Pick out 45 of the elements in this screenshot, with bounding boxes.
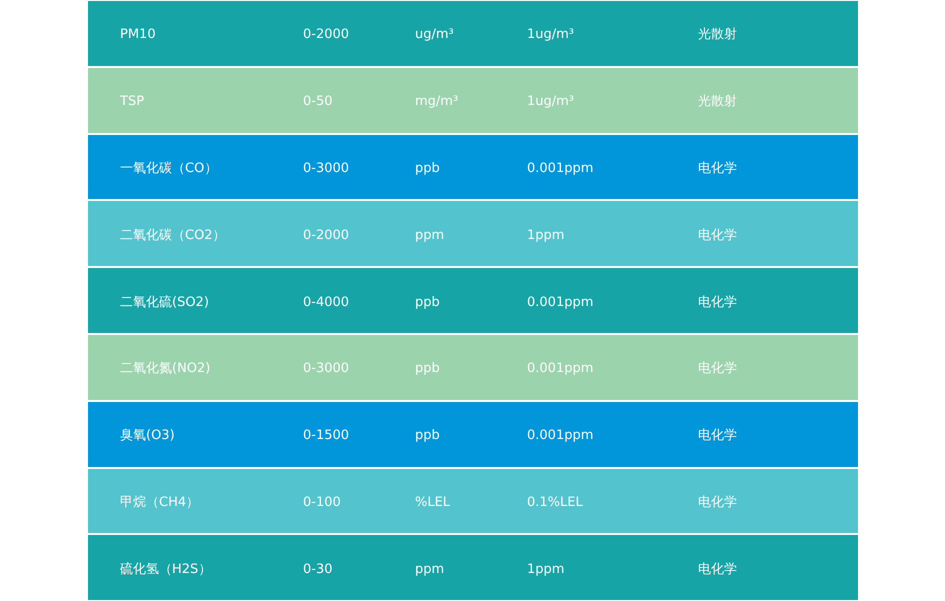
table-cell: 二氧化氮(NO2) — [120, 361, 210, 376]
table-cell: ppb — [415, 160, 440, 176]
table-cell: 0-30 — [303, 562, 333, 577]
table-cell: 0-3000 — [303, 160, 350, 176]
table-cell: mg/m³ — [415, 94, 458, 110]
table-cell: ppm — [415, 228, 444, 243]
table-cell: 0-2000 — [303, 27, 350, 42]
table-cell: 电化学 — [698, 160, 737, 176]
table-cell: 电化学 — [698, 361, 737, 376]
table-cell: 电化学 — [698, 294, 737, 310]
table-cell: %LEL — [415, 494, 450, 510]
table-cell: ppm — [415, 562, 444, 577]
table-cell: 0-2000 — [303, 228, 350, 243]
table-cell: 二氧化硫(SO2) — [120, 294, 209, 310]
table-cell: 电化学 — [698, 428, 737, 444]
table-cell: ppb — [415, 361, 440, 376]
table-cell: 0.001ppm — [527, 361, 594, 376]
table-cell: 0.001ppm — [527, 294, 594, 310]
table-cell: 0.001ppm — [527, 428, 594, 444]
table-cell: 1ppm — [527, 228, 564, 243]
table-cell: 电化学 — [698, 228, 737, 243]
table-cell: PM10 — [120, 27, 156, 42]
table-cell: 电化学 — [698, 494, 737, 510]
table-cell: 一氧化碳（CO） — [120, 160, 218, 176]
table-cell: TSP — [120, 94, 144, 110]
table-cell: 电化学 — [698, 562, 737, 577]
table-cell: 0-50 — [303, 94, 333, 110]
table-cell: 0-4000 — [303, 294, 350, 310]
table-cell: 0.1%LEL — [527, 494, 583, 510]
table-cell: 1ug/m³ — [527, 94, 574, 110]
table-cell: 0-100 — [303, 494, 341, 510]
table-cell: 光散射 — [698, 94, 737, 110]
table-cell: ug/m³ — [415, 27, 454, 42]
table-cell: 臭氧(O3) — [120, 428, 175, 444]
table-cell: 甲烷（CH4） — [120, 494, 200, 510]
table-cell: ppb — [415, 294, 440, 310]
table-cell: ppb — [415, 428, 440, 444]
table-cell: 二氧化碳（CO2） — [120, 228, 226, 243]
table-cell: 光散射 — [698, 27, 737, 42]
table-cell: 1ppm — [527, 562, 564, 577]
table-cell: 0-3000 — [303, 361, 350, 376]
table-cell: 0.001ppm — [527, 160, 594, 176]
table-cell: 硫化氢（H2S） — [120, 562, 212, 577]
table-cell: 1ug/m³ — [527, 27, 574, 42]
table-cell: 0-1500 — [303, 428, 350, 444]
